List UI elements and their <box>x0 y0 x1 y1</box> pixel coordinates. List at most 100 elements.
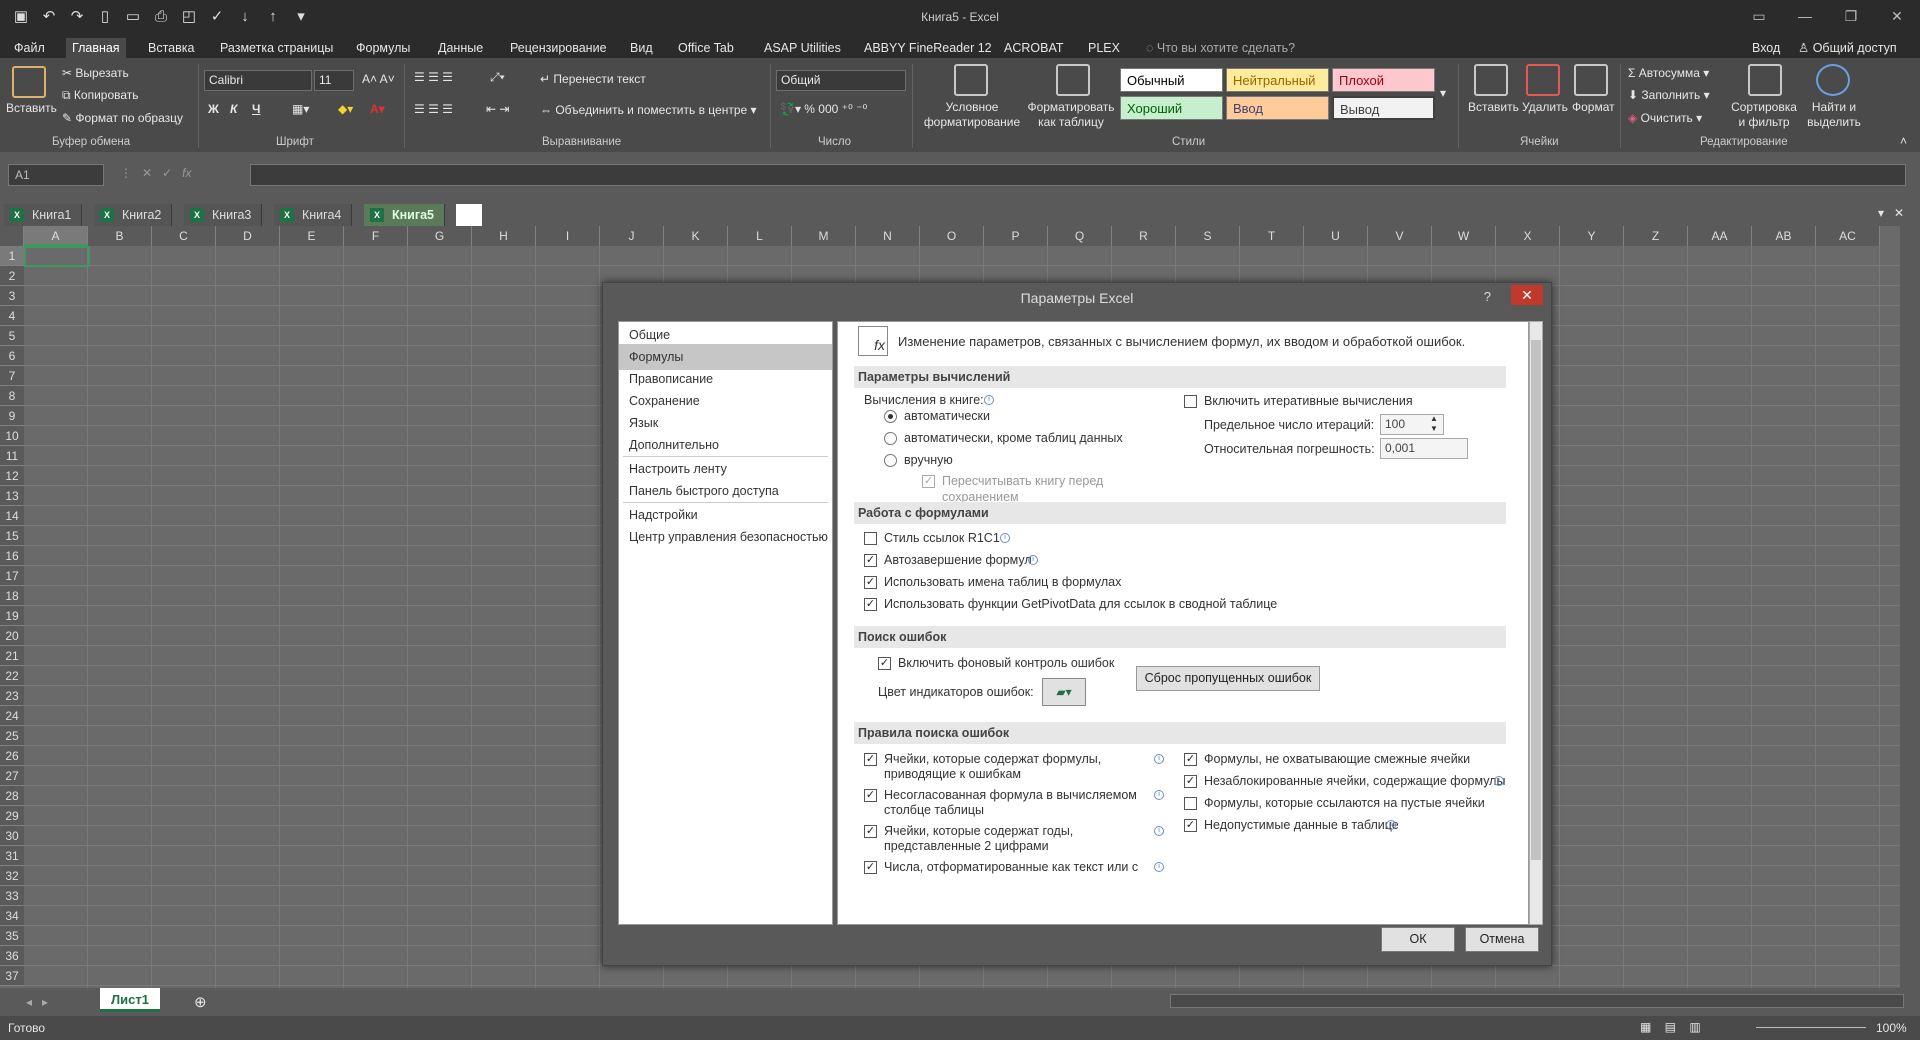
radio-automatic[interactable] <box>884 410 897 423</box>
row-header[interactable]: 36 <box>0 946 24 966</box>
conditional-format-icon[interactable] <box>954 64 988 96</box>
column-header[interactable]: Z <box>1624 226 1688 246</box>
horizontal-scrollbar[interactable] <box>1170 994 1904 1008</box>
dialog-close-button[interactable]: ✕ <box>1511 285 1543 305</box>
style-output[interactable]: Вывод <box>1332 96 1435 120</box>
table-names-checkbox[interactable]: ✓ <box>864 576 877 589</box>
getpivotdata-checkbox[interactable]: ✓ <box>864 598 877 611</box>
style-input[interactable]: Ввод <box>1226 96 1329 120</box>
row-header[interactable]: 32 <box>0 866 24 886</box>
format-as-table-icon[interactable] <box>1056 64 1090 96</box>
row-header[interactable]: 9 <box>0 406 24 426</box>
style-bad[interactable]: Плохой <box>1332 68 1435 92</box>
ok-button[interactable]: ОК <box>1381 927 1455 952</box>
nav-item-trust-center[interactable]: Центр управления безопасностью <box>619 524 832 550</box>
column-header[interactable]: V <box>1368 226 1432 246</box>
tab-home[interactable]: Главная <box>66 38 126 58</box>
row-header[interactable]: 20 <box>0 626 24 646</box>
column-header[interactable]: D <box>216 226 280 246</box>
autosum-button[interactable]: Σ Автосумма ▾ <box>1628 66 1709 80</box>
delete-cells-button[interactable]: Удалить <box>1522 100 1568 114</box>
column-header[interactable]: C <box>152 226 216 246</box>
column-header[interactable]: L <box>728 226 792 246</box>
row-header[interactable]: 37 <box>0 966 24 986</box>
format-as-table-button[interactable]: Форматировать как таблицу <box>1026 100 1116 130</box>
row-header[interactable]: 2 <box>0 266 24 286</box>
view-normal-icon[interactable]: ▦ ▤ ▥ <box>1640 1020 1701 1034</box>
copy-button[interactable]: ⧉ Копировать <box>62 88 139 103</box>
rule-checkbox[interactable]: ✓ <box>1184 819 1197 832</box>
style-normal[interactable]: Обычный <box>1120 68 1223 92</box>
row-header[interactable]: 5 <box>0 326 24 346</box>
tab-asap[interactable]: ASAP Utilities <box>758 38 847 58</box>
rule-checkbox[interactable]: ✓ <box>864 861 877 874</box>
column-header[interactable]: U <box>1304 226 1368 246</box>
row-header[interactable]: 12 <box>0 466 24 486</box>
column-header[interactable]: T <box>1240 226 1304 246</box>
font-color-icon[interactable]: A▾ <box>370 102 385 116</box>
row-header[interactable]: 8 <box>0 386 24 406</box>
row-header[interactable]: 3 <box>0 286 24 306</box>
column-header[interactable]: Q <box>1048 226 1112 246</box>
autocomplete-checkbox[interactable]: ✓ <box>864 554 877 567</box>
active-cell[interactable] <box>24 246 90 267</box>
tab-insert[interactable]: Вставка <box>142 38 200 58</box>
clear-button[interactable]: ◈ Очистить ▾ <box>1628 111 1702 125</box>
row-header[interactable]: 30 <box>0 826 24 846</box>
row-header[interactable]: 33 <box>0 886 24 906</box>
sign-in-link[interactable]: Вход <box>1746 38 1786 58</box>
indent-icon[interactable]: ⇤ ⇥ <box>486 102 509 116</box>
tab-formulas[interactable]: Формулы <box>350 38 416 58</box>
sheet-tab-active[interactable]: Лист1 <box>100 988 160 1012</box>
row-header[interactable]: 26 <box>0 746 24 766</box>
column-header[interactable]: O <box>920 226 984 246</box>
column-header[interactable]: F <box>344 226 408 246</box>
row-header[interactable]: 31 <box>0 846 24 866</box>
zoom-level[interactable]: 100% <box>1876 1021 1907 1035</box>
row-header[interactable]: 6 <box>0 346 24 366</box>
row-header[interactable]: 11 <box>0 446 24 466</box>
iterative-checkbox[interactable] <box>1184 395 1197 408</box>
help-button[interactable]: ? <box>1484 289 1491 304</box>
recalc-before-save-checkbox[interactable]: ✓ <box>922 475 935 488</box>
column-header[interactable]: X <box>1496 226 1560 246</box>
tabs-menu-icon[interactable]: ▾ ✕ <box>1878 206 1904 220</box>
column-header[interactable]: H <box>472 226 536 246</box>
font-name-select[interactable]: Calibri <box>204 70 312 91</box>
row-header[interactable]: 29 <box>0 806 24 826</box>
radio-manual[interactable] <box>884 454 897 467</box>
r1c1-checkbox[interactable] <box>864 532 877 545</box>
column-header[interactable]: G <box>408 226 472 246</box>
row-header[interactable]: 28 <box>0 786 24 806</box>
column-header[interactable]: B <box>88 226 152 246</box>
column-header[interactable]: A <box>24 226 88 246</box>
tab-plex[interactable]: PLEX <box>1082 38 1126 58</box>
scrollbar-thumb[interactable] <box>1531 340 1541 860</box>
underline-button[interactable]: Ч <box>252 102 260 116</box>
rule-checkbox[interactable]: ✓ <box>864 753 877 766</box>
formula-input[interactable] <box>250 164 1906 186</box>
wrap-text-button[interactable]: ↵ Перенести текст <box>540 72 646 86</box>
style-good[interactable]: Хороший <box>1120 96 1223 120</box>
tab-page-layout[interactable]: Разметка страницы <box>214 38 339 58</box>
format-cells-button[interactable]: Формат <box>1572 100 1615 114</box>
column-header[interactable]: AC <box>1816 226 1880 246</box>
currency-icon[interactable]: 💱▾ % 000 ⁺⁰ ⁻⁰ <box>780 102 867 116</box>
nav-item-qat[interactable]: Панель быстрого доступа <box>619 478 832 504</box>
row-header[interactable]: 13 <box>0 486 24 506</box>
column-header[interactable]: K <box>664 226 728 246</box>
styles-more-icon[interactable]: ▾ <box>1440 86 1446 100</box>
align-top-icon[interactable]: ☰ ☰ ☰ <box>414 70 453 84</box>
background-check-checkbox[interactable]: ✓ <box>878 657 891 670</box>
column-header[interactable]: N <box>856 226 920 246</box>
collapse-ribbon-icon[interactable]: ˄ <box>1900 134 1907 148</box>
spinner-icon[interactable]: ▲ ▼ <box>1430 414 1438 434</box>
tab-abbyy[interactable]: ABBYY FineReader 12 <box>858 38 998 58</box>
format-cells-icon[interactable] <box>1574 64 1608 96</box>
sort-filter-icon[interactable] <box>1748 64 1782 96</box>
row-header[interactable]: 34 <box>0 906 24 926</box>
tab-view[interactable]: Вид <box>624 38 659 58</box>
rule-checkbox[interactable]: ✓ <box>1184 753 1197 766</box>
minimize-icon[interactable]: — <box>1782 0 1828 32</box>
rule-checkbox[interactable]: ✓ <box>864 825 877 838</box>
